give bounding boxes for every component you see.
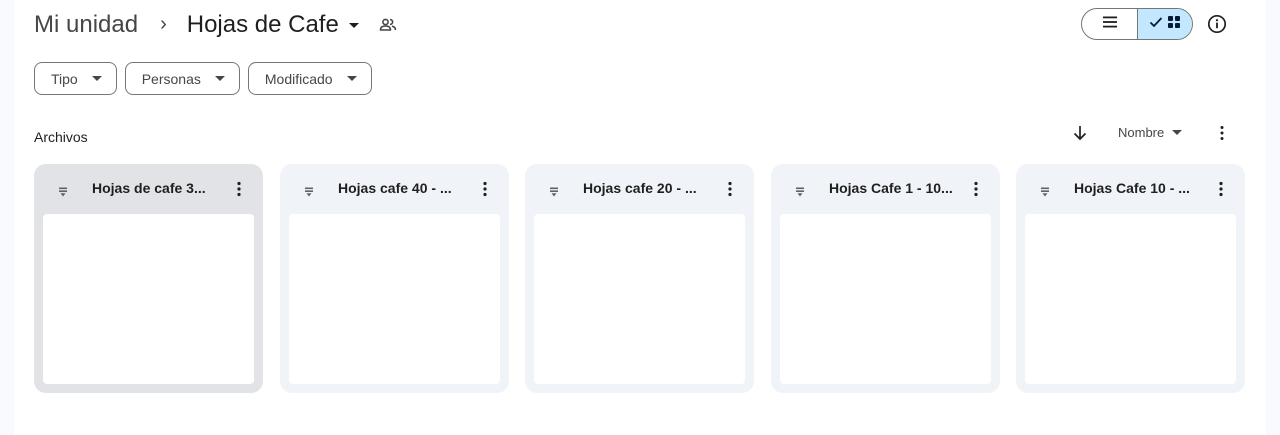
more-vert-icon[interactable] (476, 180, 494, 198)
breadcrumb-root[interactable]: Mi unidad (34, 11, 138, 39)
file-thumbnail[interactable] (1025, 214, 1236, 384)
file-card[interactable]: Hojas de cafe 3... (34, 164, 263, 393)
main-panel: Mi unidad › Hojas de Cafe Tipo Personas … (14, 0, 1266, 435)
file-name: Hojas de cafe 3... (92, 180, 206, 196)
file-thumbnail[interactable] (534, 214, 745, 384)
check-icon (1149, 15, 1163, 33)
grid-view-button[interactable] (1138, 9, 1192, 39)
file-name: Hojas Cafe 1 - 10... (829, 180, 953, 196)
section-title: Archivos (34, 129, 88, 145)
list-view-button[interactable] (1082, 9, 1138, 39)
filter-modified-chip[interactable]: Modificado (247, 62, 372, 95)
sheets-file-icon (549, 184, 559, 197)
file-name: Hojas cafe 20 - ... (583, 180, 697, 196)
current-folder-name: Hojas de Cafe (186, 11, 339, 38)
grid-view-icon (1167, 15, 1181, 34)
sheets-file-icon (795, 184, 805, 197)
sheets-file-icon (58, 184, 68, 197)
filter-people-chip[interactable]: Personas (124, 62, 240, 95)
view-toggle (1081, 8, 1193, 40)
file-name: Hojas cafe 40 - ... (338, 180, 452, 196)
file-name: Hojas Cafe 10 - ... (1074, 180, 1190, 196)
sort-by-label: Nombre (1118, 125, 1165, 140)
chevron-down-icon (346, 76, 357, 81)
filter-type-label: Tipo (51, 70, 78, 87)
filter-type-chip[interactable]: Tipo (34, 62, 117, 95)
file-card[interactable]: Hojas Cafe 1 - 10... (771, 164, 1000, 393)
more-vert-icon[interactable] (721, 180, 739, 198)
shared-folder-people-icon[interactable] (379, 16, 397, 34)
file-card[interactable]: Hojas cafe 20 - ... (525, 164, 754, 393)
sort-by-button[interactable]: Nombre (1118, 125, 1183, 140)
chevron-down-icon (91, 76, 102, 81)
file-thumbnail[interactable] (289, 214, 500, 384)
info-icon[interactable] (1207, 14, 1227, 34)
breadcrumb-current-folder[interactable]: Hojas de Cafe (187, 11, 359, 39)
chevron-down-icon (348, 22, 359, 28)
file-thumbnail[interactable] (43, 214, 254, 384)
list-view-icon (1102, 15, 1118, 34)
more-vert-icon[interactable] (967, 180, 985, 198)
breadcrumb-separator: › (160, 12, 167, 35)
breadcrumb: Mi unidad › Hojas de Cafe (34, 6, 397, 44)
more-vert-icon[interactable] (1212, 180, 1230, 198)
chevron-down-icon (1172, 130, 1183, 135)
chevron-down-icon (214, 76, 225, 81)
filter-people-label: Personas (141, 70, 201, 87)
sheets-file-icon (1040, 184, 1050, 197)
file-card[interactable]: Hojas cafe 40 - ... (280, 164, 509, 393)
file-thumbnail[interactable] (780, 214, 991, 384)
filter-modified-label: Modificado (264, 70, 333, 87)
filter-chips: Tipo Personas Modificado (34, 62, 372, 95)
arrow-down-icon[interactable] (1071, 124, 1089, 142)
sheets-file-icon (304, 184, 314, 197)
more-vert-icon[interactable] (230, 180, 248, 198)
more-vert-icon[interactable] (1213, 124, 1231, 142)
file-card[interactable]: Hojas Cafe 10 - ... (1016, 164, 1245, 393)
